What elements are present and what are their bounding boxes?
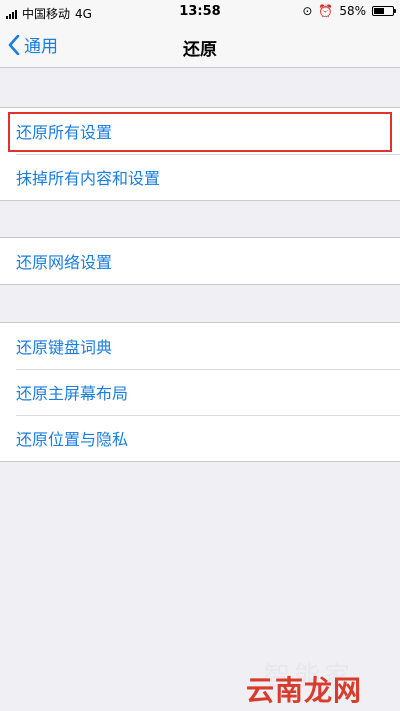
navigation-bar: 通用 还原	[0, 24, 400, 68]
status-right: ⊙ ⏰ 58%	[302, 4, 396, 18]
reset-all-settings-item[interactable]: 还原所有设置	[0, 108, 400, 154]
reset-home-screen-layout-item[interactable]: 还原主屏幕布局	[0, 369, 400, 415]
reset-group-2: 还原网络设置	[0, 237, 400, 285]
battery-icon	[372, 6, 396, 16]
reset-network-settings-item[interactable]: 还原网络设置	[0, 238, 400, 284]
reset-group-3: 还原键盘词典 还原主屏幕布局 还原位置与隐私	[0, 322, 400, 462]
rotation-lock-icon: ⊙	[302, 4, 313, 18]
reset-location-privacy-item[interactable]: 还原位置与隐私	[0, 415, 400, 461]
battery-percent: 58%	[339, 4, 366, 18]
status-bar: 中国移动 4G 13:58 ⊙ ⏰ 58%	[0, 0, 400, 24]
erase-all-content-item[interactable]: 抹掉所有内容和设置	[0, 154, 400, 200]
battery-fill	[374, 8, 385, 14]
page-title: 还原	[183, 40, 217, 60]
reset-keyboard-dictionary-item[interactable]: 还原键盘词典	[0, 323, 400, 369]
watermark-logo: 云南龙网	[245, 674, 362, 707]
alarm-icon: ⏰	[318, 4, 334, 18]
reset-group-1: 还原所有设置 抹掉所有内容和设置	[0, 107, 400, 201]
